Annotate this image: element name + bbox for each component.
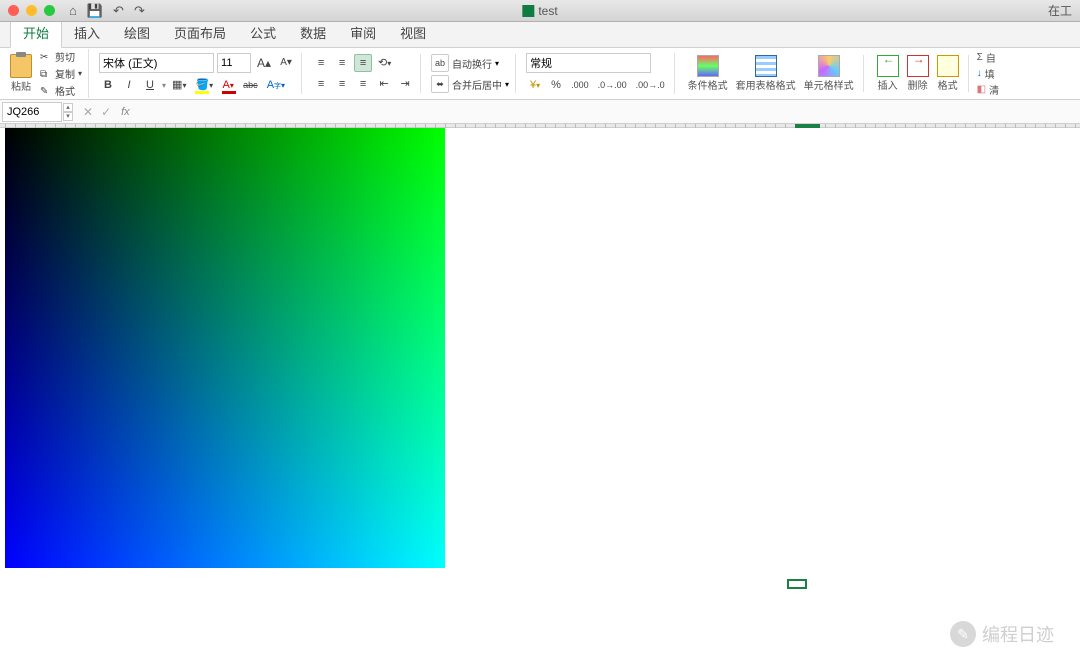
currency-button[interactable]: ¥▾ <box>526 76 544 94</box>
format-as-table-button[interactable]: 套用表格格式 <box>733 55 799 92</box>
font-size-select[interactable] <box>217 53 251 73</box>
tab-insert[interactable]: 插入 <box>62 18 112 47</box>
watermark-text: 编程日迹 <box>982 621 1054 647</box>
decrease-indent-button[interactable]: ⇤ <box>375 75 393 93</box>
excel-icon <box>522 5 534 17</box>
increase-font-button[interactable]: A▴ <box>254 54 274 72</box>
scissors-icon: ✂ <box>40 52 52 62</box>
copy-icon: ⧉ <box>40 69 52 79</box>
cancel-formula-button[interactable]: ✕ <box>83 105 93 119</box>
conditional-formatting-button[interactable]: 条件格式 <box>685 55 731 92</box>
format-painter-button[interactable]: ✎格式 <box>40 83 82 98</box>
increase-decimal-button[interactable]: .0→.00 <box>595 76 630 94</box>
italic-button[interactable]: I <box>120 76 138 94</box>
tab-review[interactable]: 审阅 <box>338 18 388 47</box>
decrease-font-button[interactable]: A▾ <box>277 54 295 72</box>
confirm-formula-button[interactable]: ✓ <box>101 105 111 119</box>
insert-cells-button[interactable]: ← 插入 <box>874 55 902 92</box>
font-name-select[interactable] <box>99 53 214 73</box>
document-title: test <box>522 4 557 18</box>
orientation-button[interactable]: ⟲▾ <box>375 54 394 72</box>
cell-styles-button[interactable]: 单元格样式 <box>801 55 857 92</box>
name-box[interactable]: JQ266 <box>2 102 62 122</box>
home-icon[interactable]: ⌂ <box>69 3 77 19</box>
align-bottom-button[interactable]: ≡ <box>354 54 372 72</box>
underline-button[interactable]: U <box>141 76 159 94</box>
worksheet-area[interactable] <box>0 124 1080 614</box>
table-icon <box>755 55 777 77</box>
fill-color-button[interactable]: 🪣▾ <box>192 76 216 94</box>
minimize-window-button[interactable] <box>26 5 37 16</box>
ribbon: 粘贴 ✂剪切 ⧉复制▾ ✎格式 A▴ A▾ B I U ▾ ▦▾ 🪣▾ A▾ a… <box>0 48 1080 100</box>
redo-icon[interactable]: ↷ <box>134 3 145 19</box>
watermark-icon <box>950 621 976 647</box>
number-format-select[interactable] <box>526 53 651 73</box>
brush-icon: ✎ <box>40 86 52 96</box>
align-middle-button[interactable]: ≡ <box>333 54 351 72</box>
eraser-icon: ◧ <box>977 84 986 95</box>
autosum-button[interactable]: Σ自 <box>977 50 999 65</box>
conditional-formatting-icon <box>697 55 719 77</box>
delete-cells-button[interactable]: → 删除 <box>904 55 932 92</box>
watermark: 编程日迹 <box>950 621 1054 647</box>
gradient-cells-block <box>5 128 445 568</box>
undo-icon[interactable]: ↶ <box>113 3 124 19</box>
tab-formulas[interactable]: 公式 <box>238 18 288 47</box>
wrap-text-button[interactable]: ab 自动换行 ▾ <box>431 54 509 72</box>
cut-button[interactable]: ✂剪切 <box>40 49 82 64</box>
font-color-button[interactable]: A▾ <box>219 76 237 94</box>
down-arrow-icon: ↓ <box>977 68 982 79</box>
tab-data[interactable]: 数据 <box>288 18 338 47</box>
bold-button[interactable]: B <box>99 76 117 94</box>
strikethrough-button[interactable]: abc <box>240 76 261 94</box>
copy-button[interactable]: ⧉复制▾ <box>40 66 82 81</box>
delete-icon: → <box>907 55 929 77</box>
paste-button[interactable]: 粘贴 <box>6 50 36 98</box>
maximize-window-button[interactable] <box>44 5 55 16</box>
border-button[interactable]: ▦▾ <box>169 76 189 94</box>
cell-styles-icon <box>818 55 840 77</box>
ribbon-tabs: 开始 插入 绘图 页面布局 公式 数据 审阅 视图 <box>0 22 1080 48</box>
paste-label: 粘贴 <box>11 78 31 93</box>
comma-style-button[interactable]: .000 <box>568 76 592 94</box>
tab-view[interactable]: 视图 <box>388 18 438 47</box>
tab-draw[interactable]: 绘图 <box>112 18 162 47</box>
percent-button[interactable]: % <box>547 76 565 94</box>
fill-button[interactable]: ↓填 <box>977 66 999 81</box>
clear-button[interactable]: ◧清 <box>977 82 999 97</box>
format-icon <box>937 55 959 77</box>
chevron-down-icon[interactable]: ▾ <box>63 112 73 121</box>
formula-bar: JQ266 ▴▾ ✕ ✓ fx <box>0 100 1080 124</box>
align-center-button[interactable]: ≡ <box>333 75 351 93</box>
save-icon[interactable]: 💾 <box>87 3 103 19</box>
align-left-button[interactable]: ≡ <box>312 75 330 93</box>
fx-icon[interactable]: fx <box>121 106 130 118</box>
format-cells-button[interactable]: 格式 <box>934 55 962 92</box>
merge-center-button[interactable]: ⬌ 合并后居中 ▾ <box>431 75 509 93</box>
title-right-text: 在工 <box>1048 2 1072 19</box>
namebox-stepper[interactable]: ▴▾ <box>63 103 73 121</box>
align-right-button[interactable]: ≡ <box>354 75 372 93</box>
insert-icon: ← <box>877 55 899 77</box>
tab-page-layout[interactable]: 页面布局 <box>162 18 238 47</box>
window-controls <box>8 5 55 16</box>
sigma-icon: Σ <box>977 52 983 63</box>
quick-access-toolbar: ⌂ 💾 ↶ ↷ <box>69 3 145 19</box>
column-selection-marker <box>795 124 820 128</box>
close-window-button[interactable] <box>8 5 19 16</box>
increase-indent-button[interactable]: ⇥ <box>396 75 414 93</box>
align-top-button[interactable]: ≡ <box>312 54 330 72</box>
selected-cell-outline <box>787 579 807 589</box>
titlebar: ⌂ 💾 ↶ ↷ test 在工 <box>0 0 1080 22</box>
formula-input[interactable] <box>134 102 1080 122</box>
phonetic-button[interactable]: A字▾ <box>264 76 288 94</box>
chevron-up-icon[interactable]: ▴ <box>63 103 73 112</box>
paste-icon <box>10 54 32 78</box>
decrease-decimal-button[interactable]: .00→.0 <box>633 76 668 94</box>
document-name: test <box>538 4 557 18</box>
